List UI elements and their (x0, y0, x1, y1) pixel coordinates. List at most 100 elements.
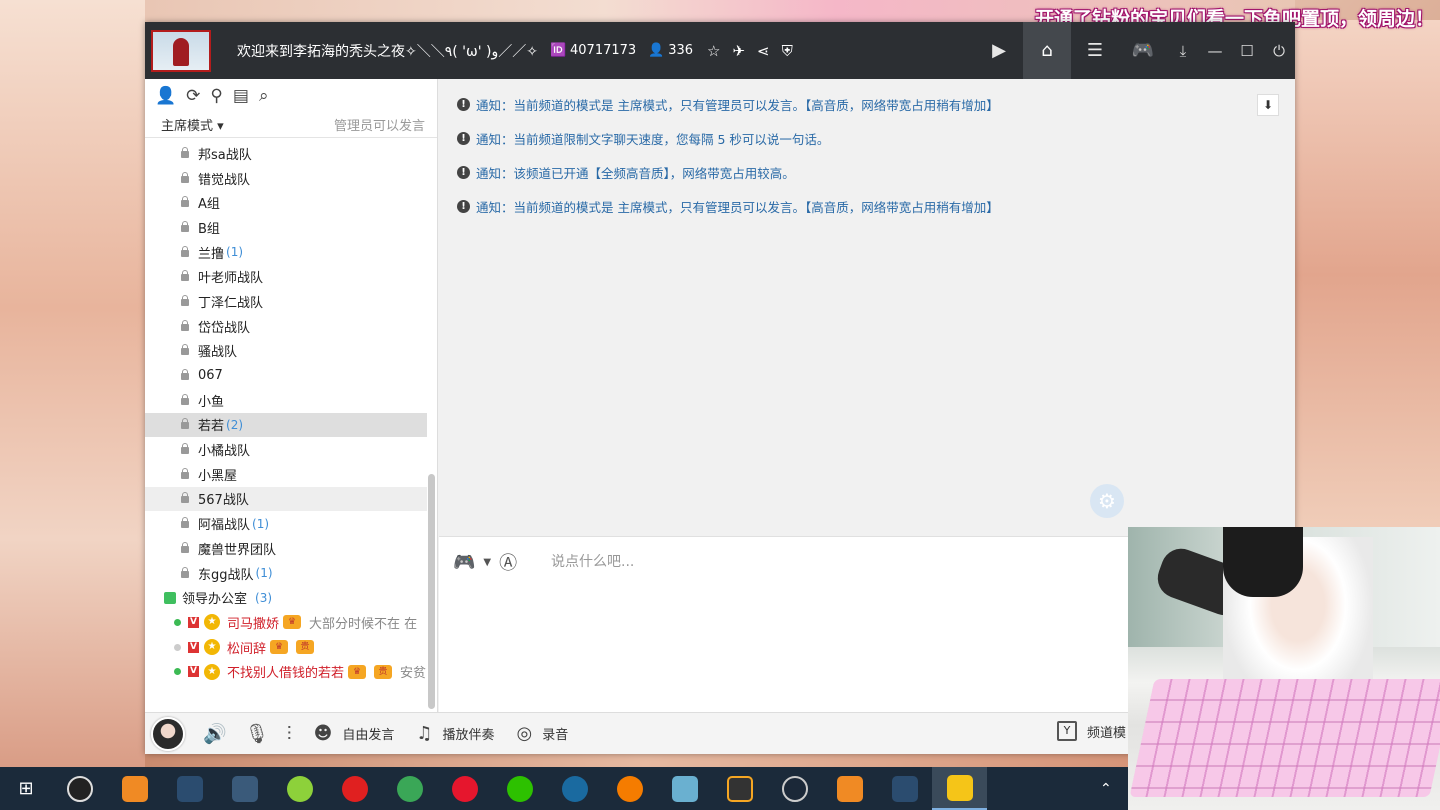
background-right (1295, 20, 1440, 530)
lock-icon (181, 492, 189, 504)
shield-icon[interactable]: ⛨ (782, 42, 793, 60)
weibo-icon[interactable] (437, 767, 492, 810)
channel-name: B组 (198, 221, 220, 237)
tool-icon[interactable] (657, 767, 712, 810)
yy-icon[interactable] (932, 767, 987, 810)
lock-icon (181, 171, 189, 183)
noble-tag-icon: 贵 (374, 664, 393, 679)
gear-icon[interactable]: ⚙ (1090, 484, 1124, 518)
person-icon[interactable]: 👤 (155, 86, 176, 106)
channel-item[interactable]: A组 (145, 190, 427, 215)
notes-icon[interactable]: ▤ (233, 86, 249, 106)
record-label: 录音 (542, 728, 569, 743)
group-name: 领导办公室 (182, 592, 248, 608)
tray-chevron-up-icon[interactable]: ⌃ (1100, 767, 1112, 810)
user-item[interactable]: V ★ 不找别人借钱的若若 ♛ 贵安贫 (145, 659, 427, 684)
channel-item[interactable]: 邦sa战队 (145, 141, 427, 166)
user-item[interactable]: V ★ 松间辞 ♛ 贵 (145, 635, 427, 660)
home-icon[interactable]: ⌂ (1023, 22, 1071, 79)
plane-icon[interactable]: ✈ (732, 42, 745, 60)
scrollbar[interactable] (428, 474, 435, 709)
list-icon[interactable]: ☰ (1071, 22, 1119, 79)
search-icon[interactable]: ⌕ (259, 86, 269, 106)
windows-start-icon[interactable]: ⊞ (0, 767, 52, 810)
star-icon[interactable]: ☆ (707, 42, 720, 60)
channel-name: 若若 (198, 419, 225, 435)
channel-item[interactable]: 兰撸 (1) (145, 240, 427, 265)
channel-item[interactable]: 小黑屋 (145, 462, 427, 487)
app-icon[interactable] (877, 767, 932, 810)
wechat-icon[interactable] (492, 767, 547, 810)
channel-mode-button[interactable]: Y 频道模 (1057, 721, 1126, 741)
play-music-button[interactable]: ♫ 播放伴奏 (416, 723, 494, 744)
mode-dropdown[interactable]: 主席模式 ▾ (161, 115, 224, 134)
chevron-down-icon[interactable]: ▼ (483, 557, 491, 568)
power-icon[interactable]: ⏻ (1263, 22, 1295, 79)
netease-music-icon[interactable] (327, 767, 382, 810)
chat-input[interactable]: 说点什么吧... (551, 551, 634, 571)
orange-app-icon[interactable] (602, 767, 657, 810)
chevron-down-icon: ▾ (217, 119, 224, 134)
music-app-icon[interactable] (272, 767, 327, 810)
browser-icon[interactable] (382, 767, 437, 810)
share-icon[interactable]: ⋖ (757, 42, 770, 60)
steam-icon[interactable] (767, 767, 822, 810)
group-office[interactable]: 领导办公室 (3) (145, 585, 427, 610)
avatar[interactable] (151, 716, 185, 751)
webcam-overlay (1128, 527, 1440, 810)
video-icon[interactable]: ▶ (975, 22, 1023, 79)
channel-item[interactable]: 东gg战队 (1) (145, 561, 427, 586)
channel-item[interactable]: 丁泽仁战队 (145, 289, 427, 314)
channel-item[interactable]: 叶老师战队 (145, 264, 427, 289)
user-name: 不找别人借钱的若若 (227, 666, 345, 682)
channel-name: 错觉战队 (198, 172, 251, 188)
location-icon[interactable]: ⚲ (210, 86, 222, 106)
obs-icon[interactable] (52, 767, 107, 810)
channel-item[interactable]: 错觉战队 (145, 166, 427, 191)
scroll-down-icon[interactable]: ⬇ (1257, 94, 1279, 116)
online-count: 👤 336 (648, 43, 693, 58)
free-speech-button[interactable]: ☻ 自由发言 (314, 723, 395, 744)
channel-logo[interactable] (151, 29, 211, 72)
gamepad-icon[interactable]: 🎮 (453, 552, 475, 573)
notice-prefix: 通知： (476, 97, 514, 113)
g-app-icon[interactable] (712, 767, 767, 810)
channel-item-hover[interactable]: 567战队 (145, 486, 427, 512)
channel-count: (2) (226, 417, 244, 432)
channel-item[interactable]: 阿福战队 (1) (145, 511, 427, 536)
douyu-icon[interactable] (107, 767, 162, 810)
channel-item[interactable]: B组 (145, 215, 427, 240)
channel-item[interactable]: 魔兽世界团队 (145, 536, 427, 561)
id-card-icon: 🆔 (550, 43, 567, 58)
music-note-icon: ♫ (416, 723, 433, 744)
lock-icon (181, 220, 189, 232)
info-icon: ! (457, 199, 470, 213)
notice-text: 该频道已开通【全频高音质】，网络带宽占用较高。 (513, 165, 795, 181)
mode-row: 主席模式 ▾ 管理员可以发言 (145, 112, 437, 138)
translate-icon[interactable]: Ⓐ (499, 549, 517, 575)
channel-item[interactable]: 小橘战队 (145, 437, 427, 462)
channel-item[interactable]: 小鱼 (145, 388, 427, 413)
channel-list: 邦sa战队 错觉战队 A组 B组 兰撸 (1) 叶老师战队 丁泽仁战队 岱岱战队 … (145, 141, 427, 712)
gamepad-icon[interactable]: 🎮 (1119, 22, 1167, 79)
channel-item-selected[interactable]: 若若 (2) (145, 412, 427, 438)
maximize-icon[interactable]: ☐ (1231, 22, 1263, 79)
douyu-icon[interactable] (822, 767, 877, 810)
circle-app-icon[interactable] (547, 767, 602, 810)
microphone-icon[interactable]: 🎙 (245, 722, 269, 745)
channel-item[interactable]: 067 (145, 363, 427, 388)
remote-icon[interactable] (217, 767, 272, 810)
speaker-icon[interactable]: 🔊 (203, 722, 227, 745)
online-count-value: 336 (668, 43, 694, 58)
channel-item[interactable]: 骚战队 (145, 339, 427, 364)
channel-item[interactable]: 岱岱战队 (145, 314, 427, 339)
minimize-icon[interactable]: — (1199, 22, 1231, 79)
download-icon[interactable]: ⤓ (1167, 22, 1199, 79)
lock-icon (181, 270, 189, 282)
refresh-icon[interactable]: ⟳ (186, 86, 200, 106)
record-button[interactable]: ◎ 录音 (517, 723, 569, 744)
offline-dot (174, 643, 181, 651)
mixer-icon[interactable]: ⫶ (287, 723, 292, 745)
user-item[interactable]: V ★ 司马撒娇 ♛ 大部分时候不在 在 (145, 610, 427, 635)
app-icon[interactable] (162, 767, 217, 810)
